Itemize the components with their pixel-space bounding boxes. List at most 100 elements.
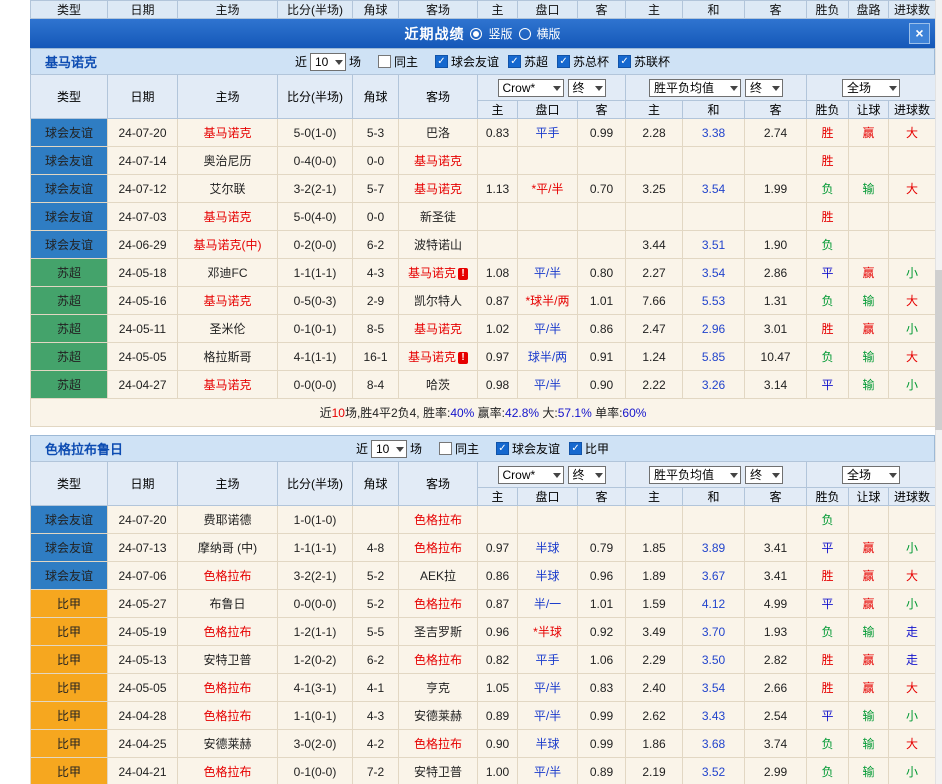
average-select[interactable]: 胜平负均值	[649, 79, 741, 97]
odds-home: 1.89	[626, 562, 683, 590]
type-cell: 比甲	[31, 590, 108, 618]
dropdown-arrow-icon	[772, 473, 780, 482]
scrollbar-thumb[interactable]	[935, 270, 942, 430]
team-name: 基马诺克	[45, 52, 97, 71]
team-text: 安德莱赫	[203, 737, 251, 751]
average-final-select[interactable]: 终	[745, 79, 783, 97]
team-text: 色格拉布	[414, 737, 462, 751]
league-checkbox-2[interactable]: ✓	[557, 55, 570, 68]
result-cell: 平	[807, 259, 849, 287]
league-checkbox-0[interactable]: ✓	[496, 442, 509, 455]
team-text: 基马诺克	[203, 210, 251, 224]
league-checkbox-1[interactable]: ✓	[569, 442, 582, 455]
team-text: 色格拉布	[203, 625, 251, 639]
date-cell: 24-05-11	[108, 315, 178, 343]
type-cell: 苏超	[31, 371, 108, 399]
team-text: 费耶诺德	[203, 513, 251, 527]
ah-away-odds: 0.96	[578, 562, 626, 590]
cover-cell: 输	[849, 175, 889, 203]
horizontal-layout-radio[interactable]	[519, 28, 531, 40]
average-select[interactable]: 胜平负均值	[649, 466, 741, 484]
cover-cell: 赢	[849, 315, 889, 343]
ah-away-odds	[578, 147, 626, 175]
odds-home: 2.27	[626, 259, 683, 287]
home-team-cell: 基马诺克	[178, 119, 278, 147]
top-header-cell: 盘口	[518, 1, 578, 19]
cover-cell: 输	[849, 730, 889, 758]
company-final-select[interactable]: 终	[568, 79, 606, 97]
vertical-layout-radio[interactable]	[470, 28, 482, 40]
dropdown-arrow-icon	[772, 86, 780, 95]
same-home-checkbox[interactable]	[439, 442, 452, 455]
team-text: 色格拉布	[414, 653, 462, 667]
sub-column-header: 客	[745, 101, 807, 119]
league-label: 比甲	[585, 440, 609, 457]
odds-away: 3.74	[745, 730, 807, 758]
away-team-cell: 基马诺克	[399, 315, 478, 343]
date-cell: 24-07-20	[108, 119, 178, 147]
ah-home-odds: 0.98	[478, 371, 518, 399]
home-team-cell: 奥治尼历	[178, 147, 278, 175]
company-select[interactable]: Crow*	[498, 466, 564, 484]
top-header-cell: 客	[745, 1, 807, 19]
scope-select[interactable]: 全场	[842, 79, 900, 97]
match-count-select-value: 10	[376, 442, 389, 456]
company-select-value: Crow*	[503, 468, 536, 482]
away-team-cell: 哈茨	[399, 371, 478, 399]
scope-select[interactable]: 全场	[842, 466, 900, 484]
date-cell: 24-07-14	[108, 147, 178, 175]
ah-line: 平/半	[518, 702, 578, 730]
type-cell: 球会友谊	[31, 231, 108, 259]
dropdown-arrow-icon	[553, 86, 561, 95]
match-row: 苏超24-05-16基马诺克0-5(0-3)2-9凯尔特人0.87*球半/两1.…	[31, 287, 936, 315]
column-header: 类型	[31, 462, 108, 506]
match-count-select[interactable]: 10	[371, 440, 407, 458]
alert-icon[interactable]: !	[458, 352, 468, 364]
result-cell: 胜	[807, 562, 849, 590]
average-final-select[interactable]: 终	[745, 466, 783, 484]
sub-column-header: 客	[578, 101, 626, 119]
odds-home: 2.29	[626, 646, 683, 674]
corner-cell: 4-8	[353, 534, 399, 562]
score-cell: 3-2(2-1)	[278, 175, 353, 203]
league-checkbox-3[interactable]: ✓	[618, 55, 631, 68]
away-team-cell: 波特诺山	[399, 231, 478, 259]
cover-cell: 输	[849, 702, 889, 730]
odds-home: 1.24	[626, 343, 683, 371]
odds-draw: 3.70	[683, 618, 745, 646]
odds-draw: 3.89	[683, 534, 745, 562]
odds-home: 2.62	[626, 702, 683, 730]
cover-cell: 赢	[849, 119, 889, 147]
goals-cell: 小	[889, 371, 936, 399]
away-team-cell: 基马诺克	[399, 147, 478, 175]
team-text: 安特卫普	[203, 653, 251, 667]
same-home-checkbox[interactable]	[378, 55, 391, 68]
odds-draw: 3.43	[683, 702, 745, 730]
company-final-select[interactable]: 终	[568, 466, 606, 484]
alert-icon[interactable]: !	[458, 268, 468, 280]
odds-draw: 3.52	[683, 758, 745, 784]
ah-line: 半/一	[518, 590, 578, 618]
horizontal-layout-label[interactable]: 横版	[537, 25, 561, 42]
ah-home-odds: 0.82	[478, 646, 518, 674]
ah-home-odds: 0.87	[478, 287, 518, 315]
cover-cell: 赢	[849, 646, 889, 674]
vertical-layout-label[interactable]: 竖版	[488, 25, 512, 42]
close-button[interactable]: ×	[909, 23, 930, 44]
ah-away-odds: 0.99	[578, 119, 626, 147]
odds-draw: 2.96	[683, 315, 745, 343]
date-cell: 24-04-27	[108, 371, 178, 399]
vertical-scrollbar[interactable]	[935, 0, 942, 784]
corner-cell: 4-3	[353, 259, 399, 287]
score-cell: 0-4(0-0)	[278, 147, 353, 175]
league-checkbox-1[interactable]: ✓	[508, 55, 521, 68]
summary-segment: 40%	[450, 406, 474, 420]
away-team-cell: 色格拉布	[399, 730, 478, 758]
league-checkbox-0[interactable]: ✓	[435, 55, 448, 68]
company-select[interactable]: Crow*	[498, 79, 564, 97]
corner-cell: 8-5	[353, 315, 399, 343]
dropdown-arrow-icon	[889, 473, 897, 482]
match-count-select[interactable]: 10	[310, 53, 346, 71]
team-text: 色格拉布	[203, 765, 251, 779]
odds-draw	[683, 203, 745, 231]
